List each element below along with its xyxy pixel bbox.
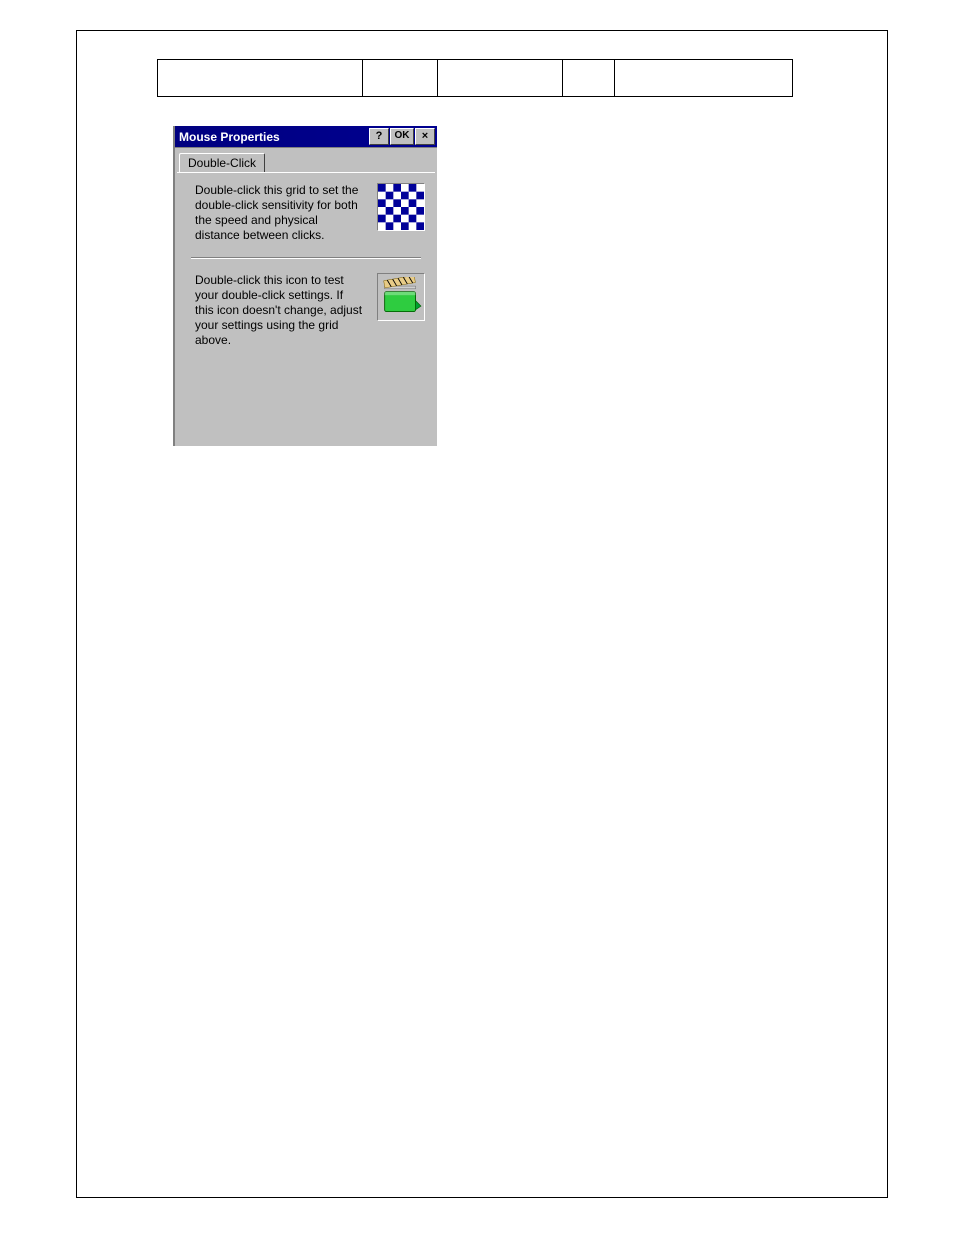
- tab-double-click[interactable]: Double-Click: [179, 153, 265, 172]
- section-divider: [191, 257, 421, 259]
- header-cell: [158, 60, 363, 97]
- close-button[interactable]: ×: [415, 128, 435, 145]
- document-page-frame: Mouse Properties ? OK × Double-Click Dou…: [76, 30, 888, 1198]
- test-section: Double-click this icon to test your doub…: [177, 263, 435, 358]
- header-cell: [437, 60, 562, 97]
- titlebar-buttons: ? OK ×: [368, 128, 435, 145]
- test-instructions: Double-click this icon to test your doub…: [195, 273, 369, 348]
- sensitivity-section: Double-click this grid to set the double…: [177, 173, 435, 253]
- dialog-client-area: Double-Click Double-click this grid to s…: [175, 148, 437, 446]
- test-icon-target[interactable]: [377, 273, 425, 321]
- checker-grid-icon: [378, 184, 424, 230]
- sensitivity-instructions: Double-click this grid to set the double…: [195, 183, 369, 243]
- dialog-title: Mouse Properties: [179, 130, 280, 144]
- help-button[interactable]: ?: [369, 128, 389, 145]
- mouse-properties-dialog: Mouse Properties ? OK × Double-Click Dou…: [173, 126, 437, 446]
- header-cell: [615, 60, 793, 97]
- header-cell: [362, 60, 437, 97]
- dialog-titlebar[interactable]: Mouse Properties ? OK ×: [175, 126, 437, 148]
- header-table: [157, 59, 793, 97]
- clapper-test-icon: [379, 277, 423, 317]
- ok-button[interactable]: OK: [390, 128, 414, 145]
- tab-panel: Double-click this grid to set the double…: [177, 172, 435, 444]
- sensitivity-grid-target[interactable]: [377, 183, 425, 231]
- header-cell: [563, 60, 615, 97]
